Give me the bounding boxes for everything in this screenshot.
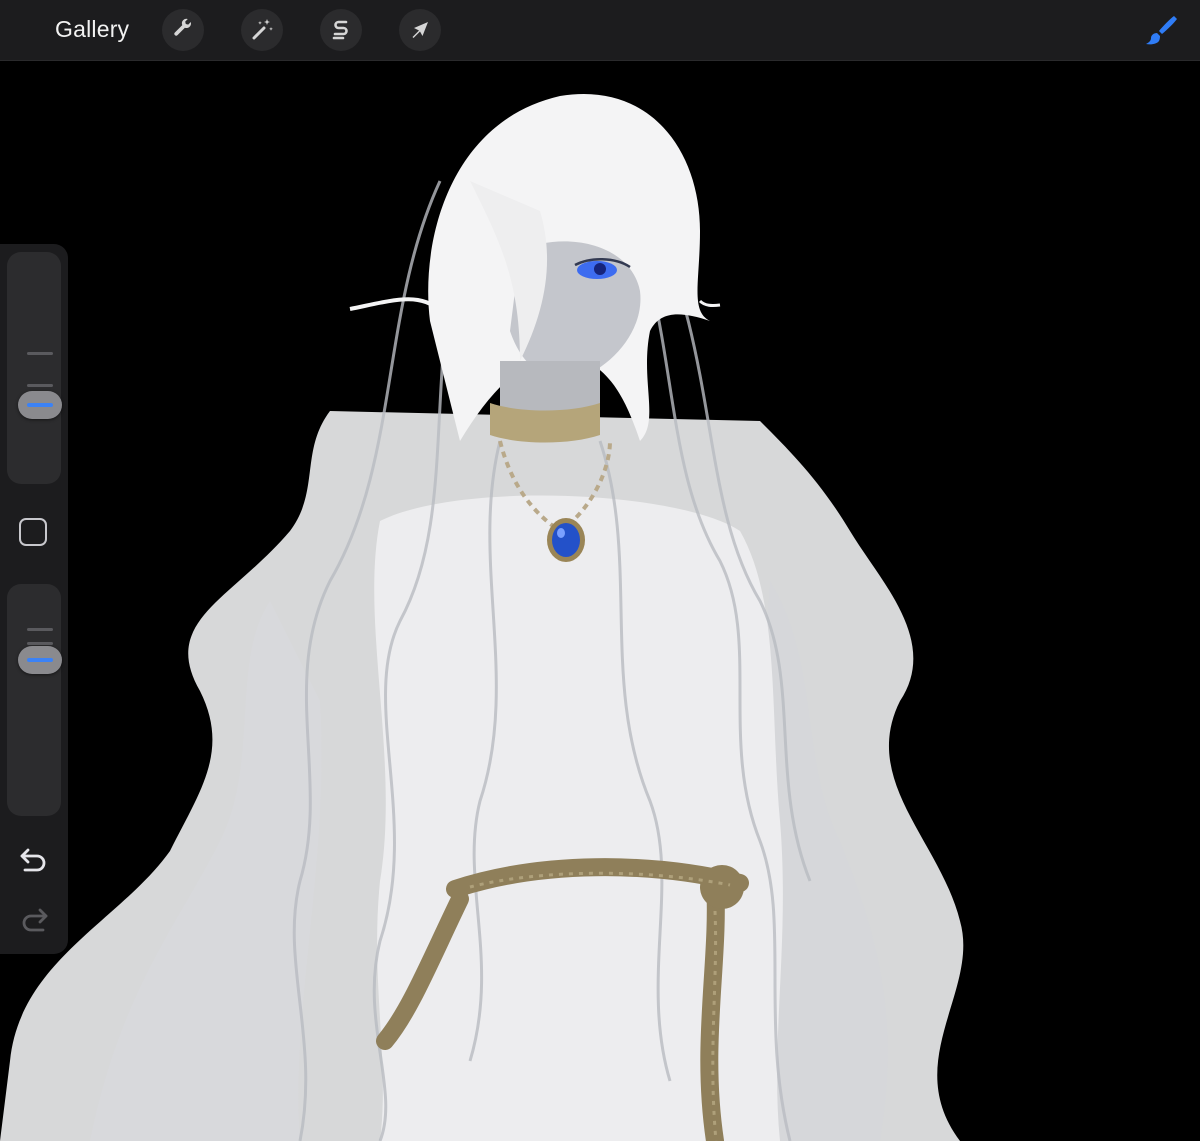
arrow-cursor-icon — [412, 22, 428, 38]
brush-size-slider[interactable] — [7, 252, 62, 484]
slider-tick — [27, 628, 53, 631]
selection-button[interactable] — [320, 9, 362, 51]
undo-arrow-icon — [20, 848, 46, 872]
redo-arrow-icon — [22, 908, 48, 932]
selection-s-icon — [332, 20, 348, 40]
magic-wand-icon — [252, 19, 273, 40]
top-toolbar: Gallery — [0, 0, 1200, 61]
slider-tick — [27, 384, 53, 387]
undo-button[interactable] — [17, 844, 51, 874]
brush-size-thumb[interactable] — [18, 391, 62, 419]
drawing-canvas[interactable] — [0, 61, 1200, 1141]
left-sidebar — [0, 244, 68, 954]
modify-button[interactable] — [19, 518, 47, 546]
slider-tick — [27, 352, 53, 355]
actions-button[interactable] — [162, 9, 204, 51]
wrench-icon — [174, 18, 191, 36]
redo-button[interactable] — [17, 904, 51, 934]
paintbrush-icon — [1146, 16, 1177, 45]
transform-button[interactable] — [399, 9, 441, 51]
opacity-thumb[interactable] — [18, 646, 62, 674]
opacity-slider[interactable] — [7, 584, 62, 816]
adjustments-button[interactable] — [241, 9, 283, 51]
slider-tick — [27, 642, 53, 645]
gallery-button[interactable]: Gallery — [55, 16, 129, 43]
brush-button[interactable] — [1140, 12, 1178, 50]
